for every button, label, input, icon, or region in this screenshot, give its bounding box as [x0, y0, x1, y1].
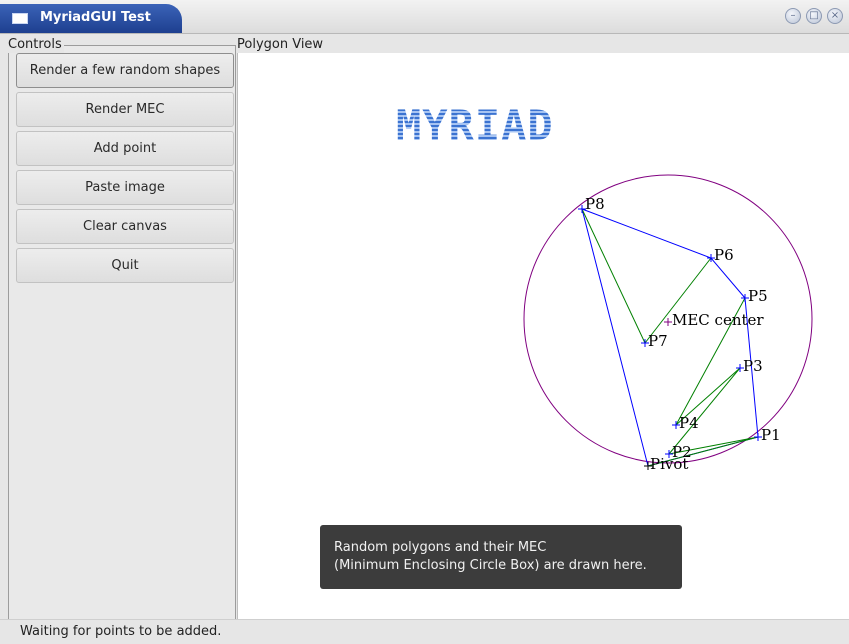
point-markers	[578, 205, 762, 470]
window-title: MyriadGUI Test	[40, 10, 151, 25]
polygon-canvas[interactable]: MYRIAD P8 P6 P5 MEC center P7 P3 P4 P1 P…	[237, 53, 849, 619]
tooltip-line-1: Random polygons and their MEC	[334, 540, 547, 555]
point-label-mec-center: MEC center	[672, 311, 764, 329]
title-bar: MyriadGUI Test – □ ×	[0, 0, 849, 34]
point-label-p5: P5	[748, 287, 768, 305]
status-bar: Waiting for points to be added.	[0, 619, 849, 644]
point-label-p4: P4	[679, 414, 699, 432]
window-controls: – □ ×	[785, 8, 843, 24]
render-mec-button[interactable]: Render MEC	[16, 92, 234, 127]
minimize-icon[interactable]: –	[785, 8, 801, 24]
polygon-view-group: Polygon View MYRIAD P8 P6 P5 MEC center …	[237, 37, 849, 619]
controls-group-title: Controls	[8, 37, 64, 53]
quit-button[interactable]: Quit	[16, 248, 234, 283]
point-label-p8: P8	[585, 195, 605, 213]
paste-image-button[interactable]: Paste image	[16, 170, 234, 205]
add-point-button[interactable]: Add point	[16, 131, 234, 166]
window-title-tab[interactable]: MyriadGUI Test	[0, 4, 182, 33]
point-label-p1: P1	[761, 426, 781, 444]
status-text: Waiting for points to be added.	[20, 624, 222, 639]
controls-group: Controls Render a few random shapes Rend…	[8, 37, 236, 619]
point-label-p7: P7	[648, 332, 668, 350]
close-icon[interactable]: ×	[827, 8, 843, 24]
canvas-tooltip: Random polygons and their MEC (Minimum E…	[320, 525, 682, 589]
tooltip-line-2: (Minimum Enclosing Circle Box) are drawn…	[334, 558, 647, 573]
point-label-pivot: Pivot	[650, 455, 688, 473]
app-window-icon	[12, 13, 28, 24]
clear-canvas-button[interactable]: Clear canvas	[16, 209, 234, 244]
render-random-shapes-button[interactable]: Render a few random shapes	[16, 53, 234, 88]
mec-center-marker	[664, 318, 672, 326]
polygon-view-group-title: Polygon View	[237, 37, 326, 53]
maximize-icon[interactable]: □	[806, 8, 822, 24]
point-label-p6: P6	[714, 246, 734, 264]
point-label-p3: P3	[743, 357, 763, 375]
